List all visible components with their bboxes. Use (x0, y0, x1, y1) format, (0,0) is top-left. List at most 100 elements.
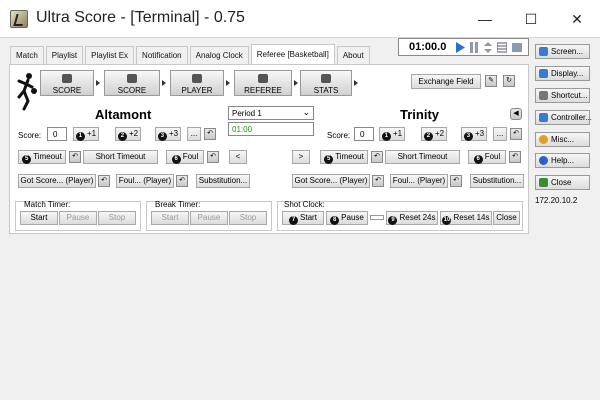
minimize-button[interactable]: — (462, 0, 508, 38)
shot-clock-pause-label: Pause (341, 213, 364, 222)
away-foul-label: Foul (484, 152, 501, 161)
home-plus2-button[interactable]: 2 +2 (115, 127, 141, 141)
shot-clock-slider[interactable] (370, 215, 384, 220)
break-timer-start-button[interactable]: Start (151, 211, 189, 225)
stats-button[interactable]: STATS (300, 70, 352, 96)
home-plus2-label: +2 (128, 129, 139, 138)
away-timeout-button[interactable]: 5 Timeout (320, 150, 368, 164)
edit-icon[interactable]: ✎ (485, 75, 497, 87)
away-plus3-label: +3 (474, 129, 485, 138)
home-got-score-button[interactable]: Got Score... (Player) (18, 174, 96, 188)
tab-about[interactable]: About (336, 46, 370, 64)
home-substitution-button[interactable]: Substitution... (196, 174, 250, 188)
home-timeout-undo-icon[interactable]: ↶ (69, 151, 81, 163)
away-substitution-button[interactable]: Substitution... (470, 174, 524, 188)
prev-button[interactable]: < (229, 150, 247, 164)
help-button[interactable]: Help... (535, 153, 590, 168)
tab-notification[interactable]: Notification (136, 46, 188, 64)
home-plus3-button[interactable]: 3 +3 (155, 127, 181, 141)
shortcut-button[interactable]: Shortcut... (535, 88, 590, 103)
away-plus1-button[interactable]: 1 +1 (379, 127, 405, 141)
home-foul-player-undo-icon[interactable]: ↶ (176, 175, 188, 187)
misc-button-label: Misc... (551, 135, 575, 144)
break-timer-label: Break Timer: (155, 200, 201, 209)
score-button-1[interactable]: SCORE (40, 70, 94, 96)
away-timeout-undo-icon[interactable]: ↶ (371, 151, 383, 163)
away-foul-undo-icon[interactable]: ↶ (509, 151, 521, 163)
player-button[interactable]: PLAYER (170, 70, 224, 96)
home-plus1-button[interactable]: 1 +1 (73, 127, 99, 141)
refresh-icon[interactable]: ↻ (503, 75, 515, 87)
away-plus2-button[interactable]: 2 +2 (421, 127, 447, 141)
reset-14s-button[interactable]: 10 Reset 14s (440, 211, 492, 225)
five-icon: 5 (22, 155, 32, 164)
one-icon: 1 (75, 132, 85, 141)
help-icon (539, 156, 548, 165)
misc-button[interactable]: Misc... (535, 132, 590, 147)
close-window-button[interactable]: ✕ (554, 0, 600, 38)
one-icon: 1 (381, 132, 391, 141)
break-timer-pause-button[interactable]: Pause (190, 211, 228, 225)
break-timer-stop-button[interactable]: Stop (229, 211, 267, 225)
tab-playlist[interactable]: Playlist (45, 46, 84, 64)
home-timeout-button[interactable]: 5 Timeout (18, 150, 66, 164)
away-got-score-button[interactable]: Got Score... (Player) (292, 174, 370, 188)
home-team-name: Altamont (95, 107, 152, 122)
home-foul-undo-icon[interactable]: ↶ (207, 151, 219, 163)
match-timer-group: Match Timer: Start Pause Stop (15, 200, 141, 231)
next-button[interactable]: > (292, 150, 310, 164)
home-undo-icon[interactable]: ↶ (204, 128, 216, 140)
away-more-button[interactable]: ... (493, 127, 507, 141)
shot-clock-close-button[interactable]: Close (493, 211, 520, 225)
display-button[interactable]: Display... (535, 66, 590, 81)
home-more-button[interactable]: ... (187, 127, 201, 141)
chevron-down-icon: ⌄ (302, 107, 310, 117)
away-got-score-undo-icon[interactable]: ↶ (372, 175, 384, 187)
away-score-input[interactable]: 0 (354, 127, 374, 141)
seven-icon: 7 (289, 216, 299, 225)
match-timer-stop-button[interactable]: Stop (98, 211, 136, 225)
away-foul-player-undo-icon[interactable]: ↶ (450, 175, 462, 187)
period-select[interactable]: Period 1 ⌄ (228, 106, 314, 120)
controller-button[interactable]: Controller... (535, 110, 592, 125)
window-title: Ultra Score - [Terminal] - 0.75 (36, 9, 245, 26)
pause-icon[interactable] (469, 42, 479, 53)
away-foul-button[interactable]: 6 Foul (468, 150, 506, 164)
score-button-2[interactable]: SCORE (104, 70, 160, 96)
away-undo-icon[interactable]: ↶ (510, 128, 522, 140)
maximize-button[interactable]: ☐ (508, 0, 554, 38)
reset-24s-button[interactable]: 9 Reset 24s (386, 211, 438, 225)
stop-icon[interactable] (512, 42, 522, 53)
display-icon (539, 69, 548, 78)
close-button[interactable]: Close (535, 175, 590, 190)
display-button-label: Display... (551, 69, 584, 78)
referee-button-label: REFEREE (244, 86, 282, 95)
away-short-timeout-button[interactable]: Short Timeout (385, 150, 460, 164)
away-foul-player-button[interactable]: Foul... (Player) (390, 174, 448, 188)
referee-button[interactable]: REFEREE (234, 70, 292, 96)
shot-clock-pause-button[interactable]: 8 Pause (326, 211, 368, 225)
match-timer-start-button[interactable]: Start (20, 211, 58, 225)
home-foul-button[interactable]: 6 Foul (166, 150, 204, 164)
home-got-score-undo-icon[interactable]: ↶ (98, 175, 110, 187)
exchange-field-button[interactable]: Exchange Field (411, 74, 481, 89)
play-icon[interactable] (455, 42, 465, 53)
tab-referee-basketball[interactable]: Referee [Basketball] (250, 44, 335, 64)
tab-playlist-ex[interactable]: Playlist Ex (85, 46, 135, 64)
screen-button[interactable]: Screen... (535, 44, 590, 59)
home-foul-label: Foul (182, 152, 199, 161)
shot-clock-start-button[interactable]: 7 Start (282, 211, 324, 225)
tab-analog-clock[interactable]: Analog Clock (189, 46, 249, 64)
adjust-icon[interactable] (483, 42, 493, 53)
match-timer-pause-button[interactable]: Pause (59, 211, 97, 225)
home-short-timeout-button[interactable]: Short Timeout (83, 150, 158, 164)
speaker-icon[interactable]: ◀ (510, 108, 522, 120)
home-score-input[interactable]: 0 (47, 127, 67, 141)
referee-icon (258, 74, 268, 83)
tab-match[interactable]: Match (10, 46, 44, 64)
away-plus3-button[interactable]: 3 +3 (461, 127, 487, 141)
arrow-right-icon (226, 80, 230, 86)
grid-icon[interactable] (497, 42, 507, 53)
away-plus2-label: +2 (434, 129, 445, 138)
home-foul-player-button[interactable]: Foul... (Player) (116, 174, 174, 188)
